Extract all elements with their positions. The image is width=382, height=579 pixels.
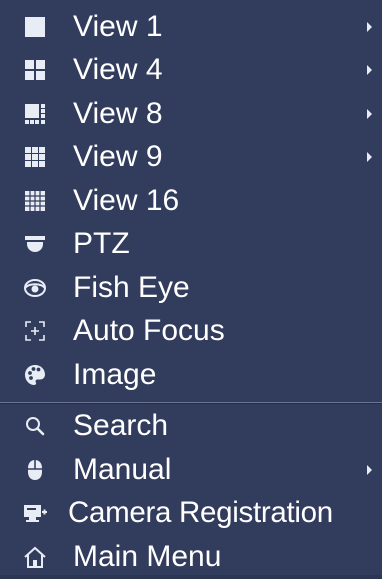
submenu-arrow-icon	[367, 65, 372, 76]
menu-item-manual[interactable]: Manual	[0, 448, 382, 492]
menu-item-label: Search	[73, 409, 169, 443]
menu-item-search[interactable]: Search	[0, 405, 382, 449]
view-8-icon	[21, 100, 49, 128]
menu-item-label: Manual	[73, 452, 172, 486]
menu-item-auto-focus[interactable]: Auto Focus	[0, 310, 382, 354]
view-9-icon	[21, 143, 49, 171]
camera-registration-icon	[21, 499, 49, 527]
view-16-icon	[21, 187, 49, 215]
menu-item-label: PTZ	[73, 227, 130, 261]
menu-item-view-9[interactable]: View 9	[0, 136, 382, 180]
menu-item-camera-registration[interactable]: Camera Registration	[0, 492, 382, 536]
menu-item-view-8[interactable]: View 8	[0, 92, 382, 136]
menu-item-label: View 1	[73, 9, 163, 43]
tool-menu-group: Search Manual Camera Registration Main M…	[0, 405, 382, 579]
menu-item-view-16[interactable]: View 16	[0, 179, 382, 223]
view-1-icon	[21, 13, 49, 41]
menu-item-label: Auto Focus	[73, 314, 225, 348]
submenu-arrow-icon	[367, 108, 372, 119]
menu-item-label: View 4	[73, 53, 163, 87]
view-menu-group: View 1 View 4 View 8 View 9 View 16 PTZ …	[0, 0, 382, 397]
menu-item-fish-eye[interactable]: Fish Eye	[0, 266, 382, 310]
menu-item-view-4[interactable]: View 4	[0, 49, 382, 93]
menu-item-label: Main Menu	[73, 539, 222, 573]
auto-focus-icon	[21, 317, 49, 345]
home-icon	[21, 543, 49, 571]
menu-item-label: View 8	[73, 96, 163, 130]
palette-icon	[21, 361, 49, 389]
menu-item-label: Image	[73, 357, 157, 391]
view-4-icon	[21, 56, 49, 84]
menu-item-main-menu[interactable]: Main Menu	[0, 535, 382, 579]
context-menu: View 1 View 4 View 8 View 9 View 16 PTZ …	[0, 0, 382, 575]
fish-eye-icon	[21, 274, 49, 302]
submenu-arrow-icon	[367, 152, 372, 163]
menu-item-image[interactable]: Image	[0, 353, 382, 397]
search-icon	[21, 412, 49, 440]
ptz-camera-icon	[21, 230, 49, 258]
menu-item-view-1[interactable]: View 1	[0, 5, 382, 49]
mouse-icon	[21, 456, 49, 484]
menu-divider	[0, 401, 382, 404]
menu-item-label: Camera Registration	[68, 496, 333, 530]
menu-item-ptz[interactable]: PTZ	[0, 223, 382, 267]
menu-item-label: View 16	[73, 183, 180, 217]
submenu-arrow-icon	[367, 21, 372, 32]
submenu-arrow-icon	[367, 464, 372, 475]
menu-item-label: Fish Eye	[73, 270, 190, 304]
menu-item-label: View 9	[73, 140, 163, 174]
